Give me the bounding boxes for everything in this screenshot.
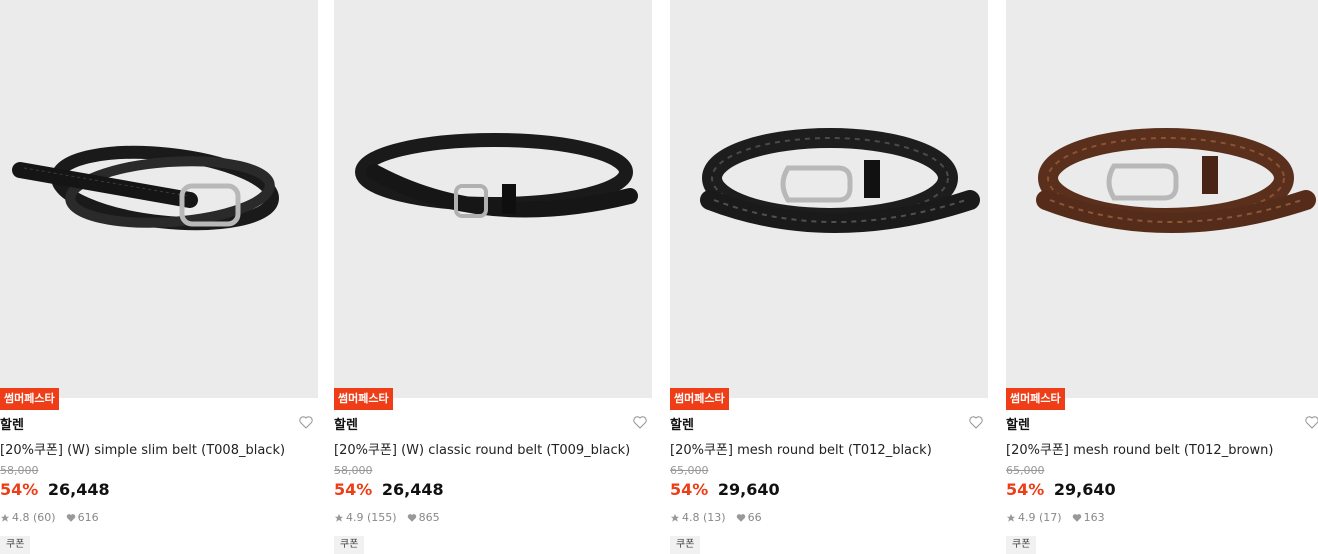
product-image[interactable]	[670, 0, 988, 398]
price-row: 54% 29,640	[670, 480, 780, 499]
product-meta: 4.8 (60) 616	[0, 511, 99, 524]
like-count: 163	[1083, 511, 1105, 524]
product-card[interactable]: 썸머페스타 할렌 [20%쿠폰] mesh round belt (T012_b…	[670, 0, 988, 554]
product-name[interactable]: [20%쿠폰] mesh round belt (T012_brown)	[1006, 439, 1273, 458]
coupon-tag: 쿠폰	[334, 536, 365, 554]
heart-icon[interactable]	[632, 414, 648, 430]
like-count: 616	[77, 511, 99, 524]
heart-filled-icon	[407, 513, 416, 522]
brand-name[interactable]: 할렌	[0, 414, 24, 433]
star-icon	[1006, 513, 1016, 522]
price-row: 54% 29,640	[1006, 480, 1116, 499]
review-count: (60)	[33, 511, 56, 524]
original-price: 65,000	[1006, 464, 1045, 477]
star-icon	[670, 513, 680, 522]
sale-price: 29,640	[717, 480, 780, 499]
brand-name[interactable]: 할렌	[670, 414, 694, 433]
product-image[interactable]	[334, 0, 652, 398]
brown-mesh-belt-image	[1036, 128, 1316, 233]
product-image[interactable]	[1006, 0, 1318, 398]
rating: 4.8	[682, 511, 700, 524]
heart-filled-icon	[736, 513, 745, 522]
black-classic-belt-image	[355, 133, 638, 218]
star-icon	[0, 513, 10, 522]
heart-filled-icon	[66, 513, 75, 522]
product-name[interactable]: [20%쿠폰] (W) classic round belt (T009_bla…	[334, 439, 630, 458]
review-count: (13)	[703, 511, 726, 524]
coupon-tag: 쿠폰	[1006, 536, 1037, 554]
original-price: 58,000	[0, 464, 39, 477]
review-count: (155)	[367, 511, 397, 524]
brand-name[interactable]: 할렌	[334, 414, 358, 433]
original-price: 58,000	[334, 464, 373, 477]
product-meta: 4.9 (155) 865	[334, 511, 440, 524]
event-badge: 썸머페스타	[334, 388, 393, 410]
product-meta: 4.9 (17) 163	[1006, 511, 1105, 524]
sale-price: 26,448	[381, 480, 444, 499]
like-count: 865	[418, 511, 440, 524]
coupon-tag: 쿠폰	[0, 536, 31, 554]
heart-icon[interactable]	[968, 414, 984, 430]
like-count: 66	[747, 511, 762, 524]
heart-icon[interactable]	[298, 414, 314, 430]
product-name[interactable]: [20%쿠폰] (W) simple slim belt (T008_black…	[0, 439, 285, 458]
brand-name[interactable]: 할렌	[1006, 414, 1030, 433]
event-badge: 썸머페스타	[670, 388, 729, 410]
black-mesh-belt-image	[700, 128, 980, 233]
price-row: 54% 26,448	[0, 480, 110, 499]
rating: 4.9	[1018, 511, 1036, 524]
coupon-tag: 쿠폰	[670, 536, 701, 554]
rating: 4.8	[12, 511, 30, 524]
black-slim-belt-image	[12, 145, 279, 231]
product-name[interactable]: [20%쿠폰] mesh round belt (T012_black)	[670, 439, 932, 458]
event-badge: 썸머페스타	[0, 388, 59, 410]
product-card[interactable]: 썸머페스타 할렌 [20%쿠폰] (W) simple slim belt (T…	[0, 0, 318, 554]
heart-icon[interactable]	[1304, 414, 1318, 430]
sale-price: 26,448	[47, 480, 110, 499]
rating: 4.9	[346, 511, 364, 524]
product-image[interactable]	[0, 0, 318, 398]
product-meta: 4.8 (13) 66	[670, 511, 762, 524]
star-icon	[334, 513, 344, 522]
review-count: (17)	[1039, 511, 1062, 524]
heart-filled-icon	[1072, 513, 1081, 522]
sale-price: 29,640	[1053, 480, 1116, 499]
discount-rate: 54%	[670, 480, 709, 499]
discount-rate: 54%	[1006, 480, 1045, 499]
original-price: 65,000	[670, 464, 709, 477]
price-row: 54% 26,448	[334, 480, 444, 499]
event-badge: 썸머페스타	[1006, 388, 1065, 410]
product-card[interactable]: 썸머페스타 할렌 [20%쿠폰] mesh round belt (T012_b…	[1006, 0, 1318, 554]
product-card[interactable]: 썸머페스타 할렌 [20%쿠폰] (W) classic round belt …	[334, 0, 652, 554]
discount-rate: 54%	[0, 480, 39, 499]
discount-rate: 54%	[334, 480, 373, 499]
